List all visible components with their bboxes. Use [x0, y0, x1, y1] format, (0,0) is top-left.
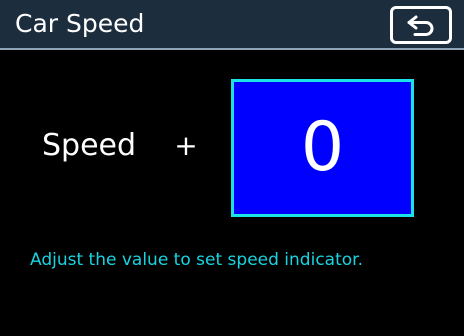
car-speed-screen: Car Speed Speed + 0 Adjust the value to … [0, 0, 464, 336]
speed-value-box[interactable]: 0 [231, 79, 414, 217]
back-button[interactable] [390, 6, 452, 44]
speed-value: 0 [300, 108, 345, 187]
speed-label: Speed [42, 128, 137, 163]
page-title: Car Speed [15, 9, 145, 38]
return-arrow-icon [407, 15, 434, 36]
increment-button[interactable]: + [166, 126, 206, 166]
title-bar: Car Speed [0, 0, 464, 50]
hint-text: Adjust the value to set speed indicator. [30, 250, 363, 270]
